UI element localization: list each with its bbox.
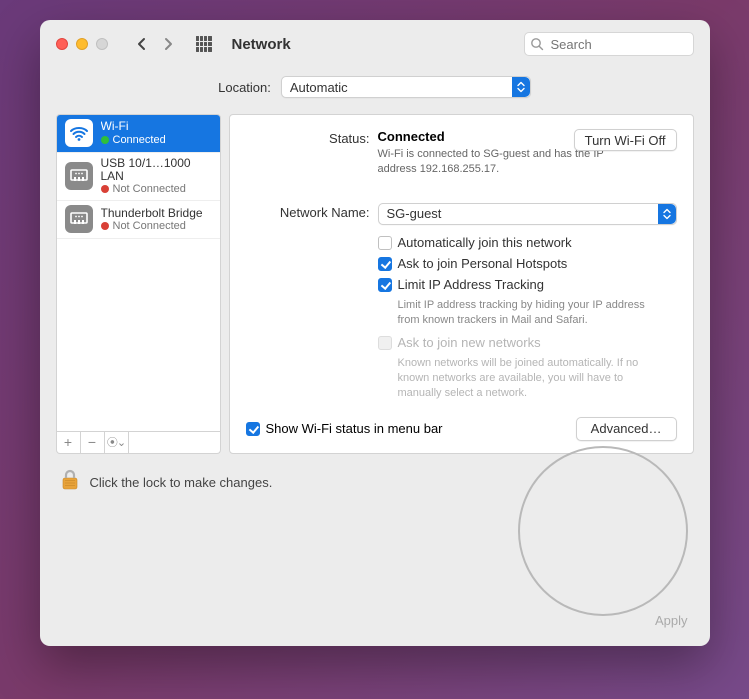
content: Wi-Fi Connected USB 10/1…1000 LAN Not Co… bbox=[40, 114, 710, 462]
show-menubar-label: Show Wi-Fi status in menu bar bbox=[266, 421, 443, 436]
minimize-window-button[interactable] bbox=[76, 38, 88, 50]
hotspots-row: Ask to join Personal Hotspots bbox=[378, 256, 677, 271]
thunderbolt-icon bbox=[65, 205, 93, 233]
network-preferences-window: Network Location: Automatic bbox=[40, 20, 710, 646]
add-service-button[interactable]: + bbox=[57, 432, 81, 453]
sidebar-item-wifi[interactable]: Wi-Fi Connected bbox=[57, 115, 220, 153]
limit-ip-label: Limit IP Address Tracking bbox=[398, 277, 544, 292]
advanced-button[interactable]: Advanced… bbox=[576, 417, 677, 441]
sidebar: Wi-Fi Connected USB 10/1…1000 LAN Not Co… bbox=[56, 114, 221, 454]
limit-ip-sub: Limit IP address tracking by hiding your… bbox=[398, 298, 658, 328]
status-dot-icon bbox=[101, 185, 109, 193]
location-row: Location: Automatic bbox=[40, 76, 710, 98]
network-name-label: Network Name: bbox=[246, 203, 378, 409]
network-name-select[interactable]: SG-guest bbox=[378, 203, 677, 225]
sidebar-item-usb-lan[interactable]: USB 10/1…1000 LAN Not Connected bbox=[57, 153, 220, 201]
hotspots-label: Ask to join Personal Hotspots bbox=[398, 256, 568, 271]
search-icon bbox=[530, 37, 544, 51]
service-list: Wi-Fi Connected USB 10/1…1000 LAN Not Co… bbox=[56, 114, 221, 432]
forward-button[interactable] bbox=[156, 32, 180, 56]
nav-buttons bbox=[130, 32, 180, 56]
location-label: Location: bbox=[218, 80, 271, 95]
lock-row: Click the lock to make changes. bbox=[40, 462, 710, 509]
ask-new-checkbox bbox=[378, 336, 392, 350]
close-window-button[interactable] bbox=[56, 38, 68, 50]
network-name-value: SG-guest bbox=[387, 206, 442, 221]
status-label: Status: bbox=[246, 129, 378, 177]
status-dot-icon bbox=[101, 136, 109, 144]
search-input[interactable] bbox=[524, 32, 694, 56]
status-dot-icon bbox=[101, 222, 109, 230]
sidebar-item-status: Not Connected bbox=[113, 183, 186, 195]
show-all-button[interactable] bbox=[192, 32, 216, 56]
sidebar-item-label: Wi-Fi bbox=[101, 120, 166, 133]
limit-ip-row: Limit IP Address Tracking bbox=[378, 277, 677, 292]
sidebar-item-label: Thunderbolt Bridge bbox=[101, 207, 203, 220]
sidebar-item-thunderbolt[interactable]: Thunderbolt Bridge Not Connected bbox=[57, 201, 220, 239]
ask-new-row: Ask to join new networks bbox=[378, 335, 677, 350]
lock-text: Click the lock to make changes. bbox=[90, 475, 273, 490]
apply-label: Apply bbox=[655, 613, 688, 628]
chevron-right-icon bbox=[162, 36, 174, 52]
ask-new-sub: Known networks will be joined automatica… bbox=[398, 356, 658, 401]
titlebar: Network bbox=[40, 20, 710, 68]
auto-join-row: Automatically join this network bbox=[378, 235, 677, 250]
location-value: Automatic bbox=[290, 80, 348, 95]
grid-icon bbox=[196, 36, 212, 52]
status-help: Wi-Fi is connected to SG-guest and has t… bbox=[378, 147, 628, 177]
sidebar-item-label: USB 10/1…1000 LAN bbox=[101, 157, 212, 183]
zoom-window-button bbox=[96, 38, 108, 50]
updown-icon bbox=[512, 77, 530, 97]
sidebar-item-status: Connected bbox=[113, 134, 166, 146]
window-title: Network bbox=[232, 36, 291, 53]
auto-join-label: Automatically join this network bbox=[398, 235, 572, 250]
sidebar-item-status: Not Connected bbox=[113, 220, 186, 232]
show-menubar-checkbox[interactable] bbox=[246, 422, 260, 436]
updown-icon bbox=[658, 204, 676, 224]
chevron-left-icon bbox=[136, 36, 148, 52]
back-button[interactable] bbox=[130, 32, 154, 56]
service-actions-button[interactable]: ⦿⌄ bbox=[105, 432, 129, 453]
ethernet-icon bbox=[65, 162, 93, 190]
ask-new-label: Ask to join new networks bbox=[398, 335, 541, 350]
bottom-row: Show Wi-Fi status in menu bar Advanced… bbox=[246, 417, 677, 441]
limit-ip-checkbox[interactable] bbox=[378, 278, 392, 292]
location-select[interactable]: Automatic bbox=[281, 76, 531, 98]
network-name-row: Network Name: SG-guest Automatically joi… bbox=[246, 203, 677, 409]
toggle-wifi-button[interactable]: Turn Wi-Fi Off bbox=[574, 129, 677, 151]
lock-icon[interactable] bbox=[60, 468, 80, 497]
traffic-lights bbox=[56, 38, 108, 50]
hotspots-checkbox[interactable] bbox=[378, 257, 392, 271]
wifi-icon bbox=[65, 119, 93, 147]
sidebar-footer: + − ⦿⌄ bbox=[56, 432, 221, 454]
auto-join-checkbox[interactable] bbox=[378, 236, 392, 250]
remove-service-button[interactable]: − bbox=[81, 432, 105, 453]
main-panel: Turn Wi-Fi Off Status: Connected Wi-Fi i… bbox=[229, 114, 694, 454]
search-wrap bbox=[524, 32, 694, 56]
